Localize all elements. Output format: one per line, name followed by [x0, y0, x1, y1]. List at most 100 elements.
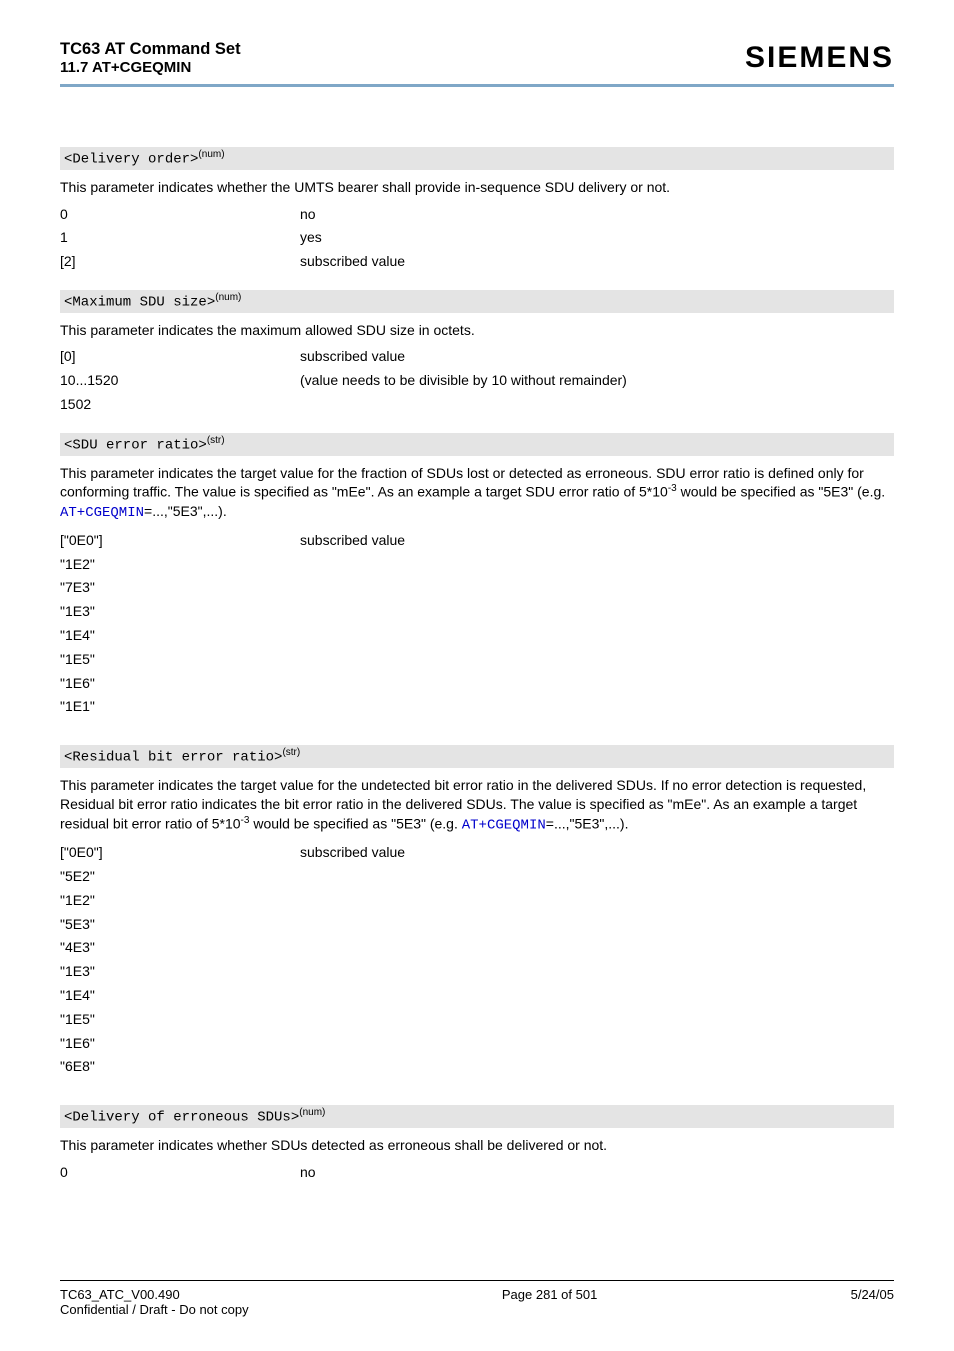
kv-val	[300, 889, 894, 913]
kv-key: "6E8"	[60, 1055, 300, 1079]
header-rule	[60, 84, 894, 87]
param-sup: (num)	[198, 149, 224, 160]
table-row: 1yes	[60, 226, 894, 250]
table-row: 0no	[60, 1161, 894, 1185]
kv-key: "1E2"	[60, 553, 300, 577]
link-at-cgeqmin[interactable]: AT+CGEQMIN	[462, 817, 546, 833]
kv-val	[300, 913, 894, 937]
param-delivery-erroneous-desc: This parameter indicates whether SDUs de…	[60, 1136, 894, 1155]
table-row: "1E3"	[60, 600, 894, 624]
param-sup: (num)	[215, 292, 241, 303]
footer-confidential: Confidential / Draft - Do not copy	[60, 1302, 249, 1317]
param-delivery-order-name: <Delivery order>(num)	[60, 147, 894, 170]
kv-val	[300, 576, 894, 600]
table-row: "6E8"	[60, 1055, 894, 1079]
kv-key: 1	[60, 226, 300, 250]
desc-mid: would be specified as "5E3" (e.g.	[249, 815, 461, 831]
table-row: "1E2"	[60, 889, 894, 913]
footer-page: Page 281 of 501	[502, 1287, 597, 1317]
table-row: [2]subscribed value	[60, 250, 894, 274]
table-row: "1E6"	[60, 672, 894, 696]
param-sup: (str)	[282, 747, 300, 758]
desc-sup: -3	[668, 483, 677, 494]
kv-val: subscribed value	[300, 345, 894, 369]
kv-key: "4E3"	[60, 936, 300, 960]
table-row: "1E5"	[60, 1008, 894, 1032]
kv-val	[300, 865, 894, 889]
param-name-text: <Maximum SDU size>	[64, 295, 215, 311]
table-row: "4E3"	[60, 936, 894, 960]
table-row: "1E4"	[60, 624, 894, 648]
table-row: "5E3"	[60, 913, 894, 937]
doc-subtitle: 11.7 AT+CGEQMIN	[60, 59, 241, 76]
kv-key: "1E2"	[60, 889, 300, 913]
kv-key: "7E3"	[60, 576, 300, 600]
table-row: 1502	[60, 393, 894, 417]
kv-val: (value needs to be divisible by 10 witho…	[300, 369, 894, 393]
param-sup: (num)	[299, 1107, 325, 1118]
kv-key: "1E3"	[60, 960, 300, 984]
footer-date: 5/24/05	[851, 1287, 894, 1317]
kv-val	[300, 1055, 894, 1079]
table-row: "5E2"	[60, 865, 894, 889]
table-row: "1E2"	[60, 553, 894, 577]
table-row: [0]subscribed value	[60, 345, 894, 369]
kv-key: 10...1520	[60, 369, 300, 393]
kv-key: "1E3"	[60, 600, 300, 624]
param-sdu-error-desc: This parameter indicates the target valu…	[60, 464, 894, 523]
kv-key: 0	[60, 1161, 300, 1185]
table-row: 10...1520(value needs to be divisible by…	[60, 369, 894, 393]
footer-left: TC63_ATC_V00.490 Confidential / Draft - …	[60, 1287, 249, 1317]
kv-val	[300, 1008, 894, 1032]
kv-key: "1E1"	[60, 695, 300, 719]
table-row: ["0E0"]subscribed value	[60, 529, 894, 553]
kv-val: no	[300, 203, 894, 227]
table-row: "1E3"	[60, 960, 894, 984]
kv-val	[300, 672, 894, 696]
kv-val: subscribed value	[300, 529, 894, 553]
kv-val: subscribed value	[300, 250, 894, 274]
kv-val	[300, 553, 894, 577]
page-header: TC63 AT Command Set 11.7 AT+CGEQMIN SIEM…	[60, 40, 894, 82]
kv-key: 0	[60, 203, 300, 227]
param-residual-name: <Residual bit error ratio>(str)	[60, 745, 894, 768]
kv-key: "1E4"	[60, 624, 300, 648]
table-row: 0no	[60, 203, 894, 227]
param-name-text: <Delivery of erroneous SDUs>	[64, 1110, 299, 1126]
table-row: "1E6"	[60, 1032, 894, 1056]
table-row: "1E5"	[60, 648, 894, 672]
kv-key: [0]	[60, 345, 300, 369]
link-at-cgeqmin[interactable]: AT+CGEQMIN	[60, 505, 144, 521]
kv-val	[300, 624, 894, 648]
kv-val	[300, 936, 894, 960]
desc-post: =...,"5E3",...).	[546, 815, 629, 831]
param-sdu-error-name: <SDU error ratio>(str)	[60, 433, 894, 456]
kv-key: [2]	[60, 250, 300, 274]
kv-val: yes	[300, 226, 894, 250]
kv-val	[300, 960, 894, 984]
param-residual-desc: This parameter indicates the target valu…	[60, 776, 894, 835]
table-row: "1E1"	[60, 695, 894, 719]
param-max-sdu-desc: This parameter indicates the maximum all…	[60, 321, 894, 340]
kv-key: "1E6"	[60, 672, 300, 696]
doc-title: TC63 AT Command Set	[60, 40, 241, 59]
desc-mid: would be specified as "5E3" (e.g.	[677, 484, 885, 500]
kv-key: "1E4"	[60, 984, 300, 1008]
param-name-text: <Delivery order>	[64, 152, 198, 168]
kv-key: "5E3"	[60, 913, 300, 937]
table-row: "1E4"	[60, 984, 894, 1008]
kv-val	[300, 1032, 894, 1056]
kv-key: "1E5"	[60, 1008, 300, 1032]
kv-val	[300, 984, 894, 1008]
kv-val	[300, 393, 894, 417]
table-row: "7E3"	[60, 576, 894, 600]
kv-val: subscribed value	[300, 841, 894, 865]
kv-key: ["0E0"]	[60, 529, 300, 553]
kv-key: "1E6"	[60, 1032, 300, 1056]
kv-val: no	[300, 1161, 894, 1185]
kv-key: 1502	[60, 393, 300, 417]
table-row: ["0E0"]subscribed value	[60, 841, 894, 865]
param-sup: (str)	[207, 435, 225, 446]
brand-logo: SIEMENS	[745, 41, 894, 75]
param-max-sdu-name: <Maximum SDU size>(num)	[60, 290, 894, 313]
